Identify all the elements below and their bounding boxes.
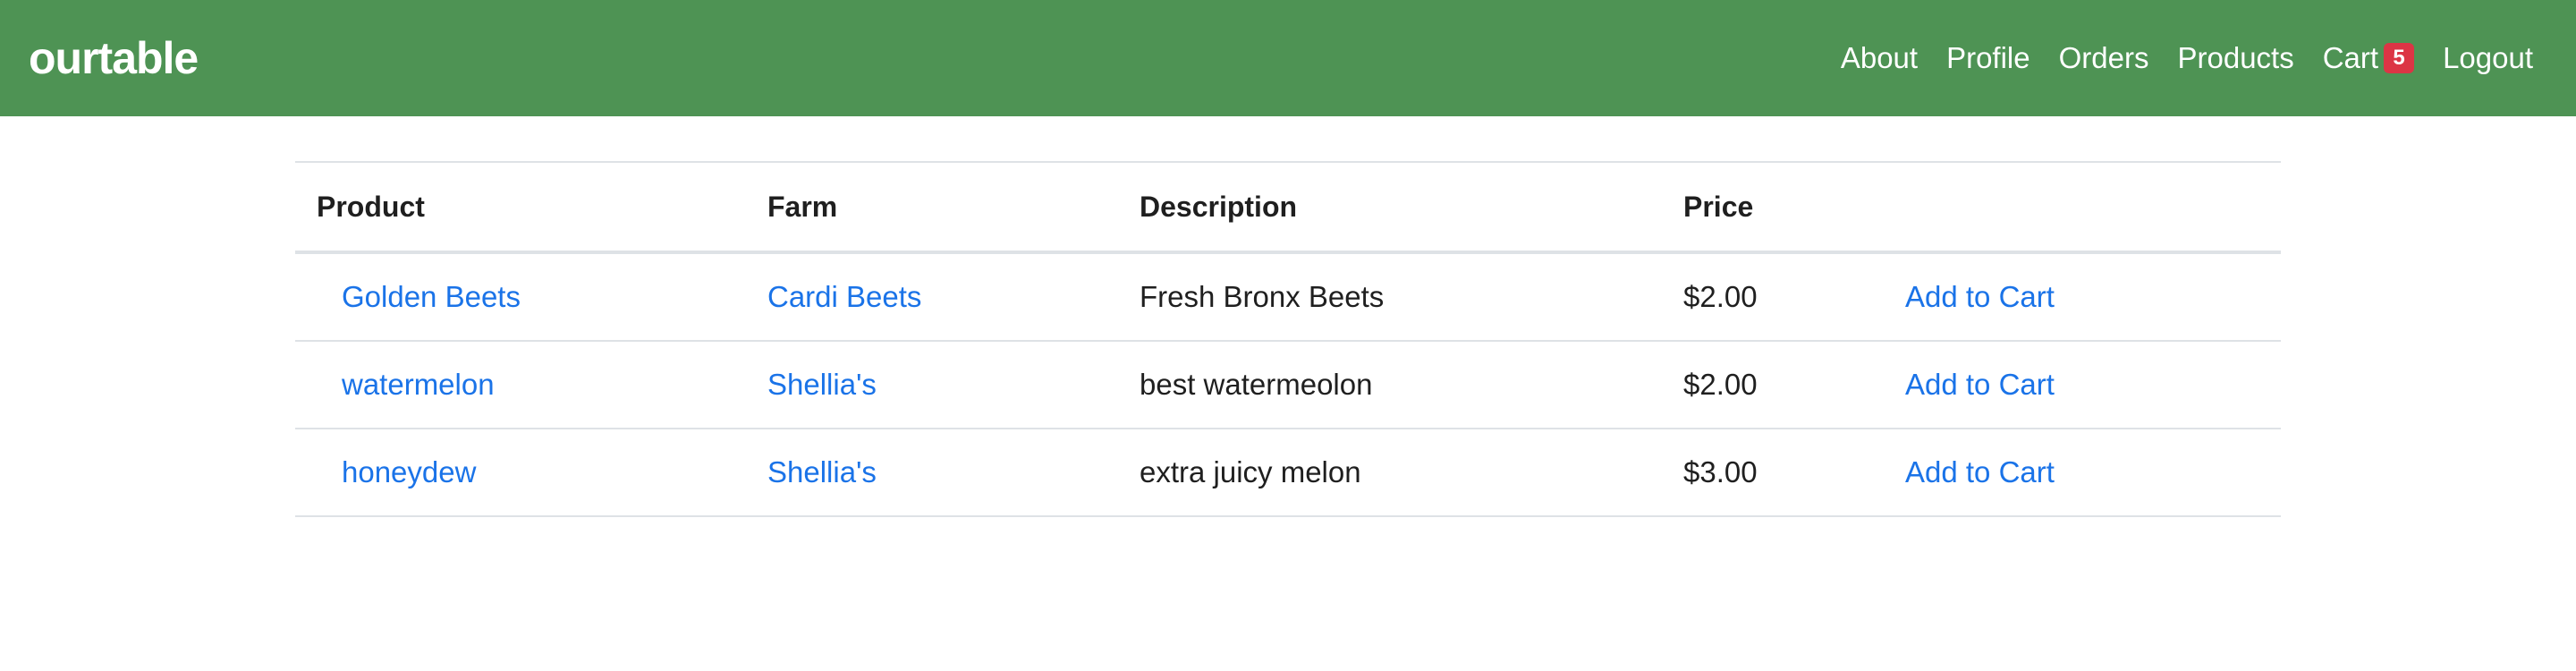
price-cell: $2.00 bbox=[1662, 341, 1884, 429]
add-to-cart-link[interactable]: Add to Cart bbox=[1905, 368, 2055, 401]
products-table: Product Farm Description Price Golden Be… bbox=[295, 161, 2281, 517]
navbar: ourtable About Profile Orders Products C… bbox=[0, 0, 2576, 116]
description-cell: Fresh Bronx Beets bbox=[1118, 252, 1662, 342]
cart-count-badge: 5 bbox=[2384, 43, 2415, 73]
farm-link[interactable]: Shellia's bbox=[767, 368, 877, 401]
farm-link[interactable]: Shellia's bbox=[767, 455, 877, 488]
description-cell: extra juicy melon bbox=[1118, 429, 1662, 517]
table-row: honeydew Shellia's extra juicy melon $3.… bbox=[295, 429, 2281, 517]
nav-about-link[interactable]: About bbox=[1841, 41, 1918, 75]
product-link[interactable]: honeydew bbox=[342, 455, 476, 488]
header-farm: Farm bbox=[746, 161, 1118, 254]
farm-link[interactable]: Cardi Beets bbox=[767, 280, 921, 313]
cart-label: Cart bbox=[2322, 41, 2379, 74]
product-link[interactable]: watermelon bbox=[342, 368, 495, 401]
table-row: watermelon Shellia's best watermeolon $2… bbox=[295, 341, 2281, 429]
nav-links: About Profile Orders Products Cart 5 Log… bbox=[1812, 0, 2533, 116]
nav-products-link[interactable]: Products bbox=[2177, 41, 2293, 75]
table-row: Golden Beets Cardi Beets Fresh Bronx Bee… bbox=[295, 252, 2281, 342]
price-cell: $2.00 bbox=[1662, 252, 1884, 342]
table-header-row: Product Farm Description Price bbox=[295, 161, 2281, 254]
header-description: Description bbox=[1118, 161, 1662, 254]
nav-cart-link[interactable]: Cart 5 bbox=[2322, 41, 2415, 75]
header-actions bbox=[1884, 161, 2281, 254]
price-cell: $3.00 bbox=[1662, 429, 1884, 517]
brand-logo[interactable]: ourtable bbox=[29, 29, 199, 88]
products-table-container: Product Farm Description Price Golden Be… bbox=[295, 161, 2281, 517]
description-cell: best watermeolon bbox=[1118, 341, 1662, 429]
header-product: Product bbox=[295, 161, 746, 254]
nav-orders-link[interactable]: Orders bbox=[2059, 41, 2149, 75]
product-link[interactable]: Golden Beets bbox=[342, 280, 521, 313]
header-price: Price bbox=[1662, 161, 1884, 254]
add-to-cart-link[interactable]: Add to Cart bbox=[1905, 455, 2055, 488]
nav-logout-link[interactable]: Logout bbox=[2443, 41, 2533, 75]
nav-profile-link[interactable]: Profile bbox=[1946, 41, 2030, 75]
add-to-cart-link[interactable]: Add to Cart bbox=[1905, 280, 2055, 313]
